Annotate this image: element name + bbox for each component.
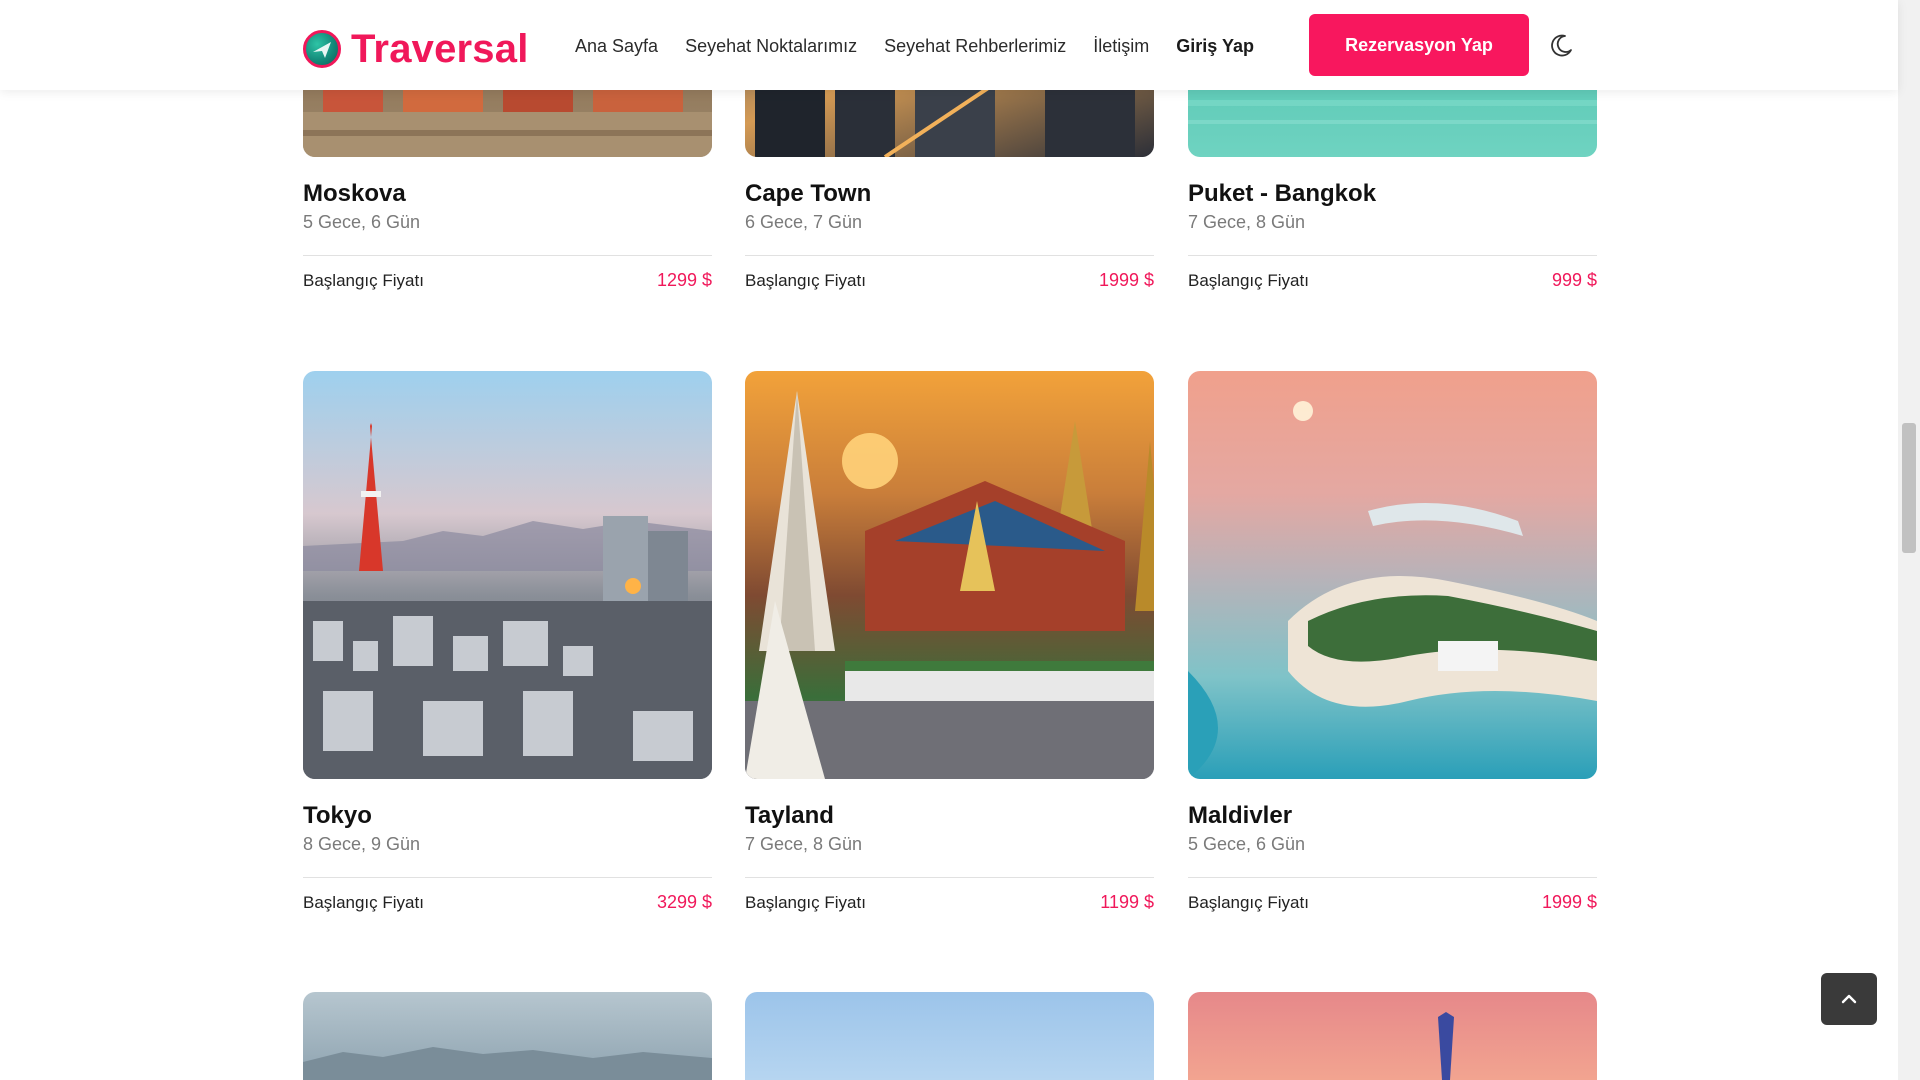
tour-image — [745, 992, 1154, 1080]
card-divider — [1188, 877, 1597, 878]
tour-duration: 7 Gece, 8 Gün — [745, 834, 863, 854]
tour-duration: 8 Gece, 9 Gün — [303, 834, 421, 854]
tour-title[interactable]: Maldivler — [1188, 802, 1292, 830]
tour-title[interactable]: Moskova — [303, 180, 406, 208]
tour-title[interactable]: Tokyo — [303, 802, 372, 830]
price-label: Başlangıç Fiyatı — [303, 271, 424, 290]
tour-card[interactable]: Tokyo 8 Gece, 9 Gün Başlangıç Fiyatı 329… — [303, 371, 712, 931]
tour-price: 1999 $ — [1541, 892, 1597, 912]
price-label: Başlangıç Fiyatı — [1188, 893, 1309, 912]
price-label: Başlangıç Fiyatı — [745, 893, 866, 912]
nav-home[interactable]: Ana Sayfa — [575, 36, 658, 57]
card-divider — [745, 877, 1154, 878]
scrollbar-thumb[interactable] — [1902, 423, 1916, 553]
card-divider — [303, 877, 712, 878]
tour-image — [1188, 992, 1597, 1080]
tour-price: 1299 $ — [656, 270, 712, 290]
card-divider — [303, 255, 712, 256]
tour-image — [303, 992, 712, 1080]
tour-image — [745, 371, 1154, 779]
chevron-up-icon — [1841, 994, 1857, 1004]
moon-icon[interactable] — [1546, 31, 1576, 61]
tour-duration: 6 Gece, 7 Gün — [745, 212, 863, 232]
tour-image — [303, 371, 712, 779]
tour-card[interactable] — [745, 992, 1154, 1080]
nav-destinations[interactable]: Seyehat Noktalarımız — [685, 36, 857, 57]
tour-price: 999 $ — [1551, 270, 1597, 290]
tour-card[interactable] — [303, 992, 712, 1080]
price-label: Başlangıç Fiyatı — [1188, 271, 1309, 290]
tour-duration: 5 Gece, 6 Gün — [303, 212, 421, 232]
brand-name: Traversal — [351, 26, 529, 71]
tour-price: 1999 $ — [1098, 270, 1154, 290]
price-label: Başlangıç Fiyatı — [745, 271, 866, 290]
nav-guides[interactable]: Seyehat Rehberlerimiz — [884, 36, 1066, 57]
card-divider — [745, 255, 1154, 256]
globe-plane-icon — [303, 30, 341, 68]
reserve-button[interactable]: Rezervasyon Yap — [1309, 14, 1529, 76]
tour-title[interactable]: Cape Town — [745, 180, 871, 208]
nav-contact[interactable]: İletişim — [1093, 36, 1149, 57]
card-divider — [1188, 255, 1597, 256]
tour-price: 3299 $ — [656, 892, 712, 912]
nav-login[interactable]: Giriş Yap — [1176, 36, 1254, 57]
brand-logo[interactable]: Traversal — [303, 26, 529, 71]
site-header: Traversal Ana Sayfa Seyehat Noktalarımız… — [0, 0, 1898, 90]
tour-card[interactable] — [1188, 992, 1597, 1080]
back-to-top-button[interactable] — [1821, 973, 1877, 1025]
main-nav: Ana Sayfa Seyehat Noktalarımız Seyehat R… — [575, 33, 1254, 59]
tour-card[interactable]: Maldivler 5 Gece, 6 Gün Başlangıç Fiyatı… — [1188, 371, 1597, 931]
tour-image — [1188, 371, 1597, 779]
price-label: Başlangıç Fiyatı — [303, 893, 424, 912]
tour-title[interactable]: Puket - Bangkok — [1188, 180, 1376, 208]
tour-card[interactable]: Tayland 7 Gece, 8 Gün Başlangıç Fiyatı 1… — [745, 371, 1154, 931]
tour-duration: 5 Gece, 6 Gün — [1188, 834, 1306, 854]
tour-duration: 7 Gece, 8 Gün — [1188, 212, 1306, 232]
tour-price: 1199 $ — [1100, 892, 1154, 912]
tour-title[interactable]: Tayland — [745, 802, 834, 830]
